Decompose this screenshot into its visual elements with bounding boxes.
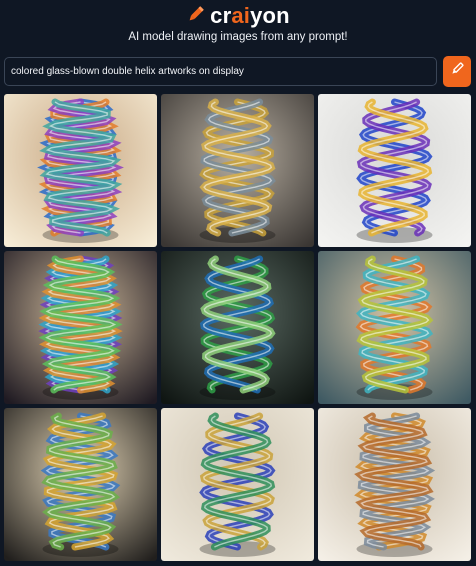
generated-image[interactable]: [161, 251, 314, 404]
draw-button[interactable]: [443, 56, 471, 87]
logo-text-suffix: yon: [250, 3, 290, 28]
generated-image[interactable]: [4, 94, 157, 247]
generated-image[interactable]: [4, 408, 157, 561]
tagline: AI model drawing images from any prompt!: [128, 31, 348, 43]
brush-icon: [449, 61, 465, 82]
generated-image[interactable]: [318, 94, 471, 247]
craiyon-logo[interactable]: craiyon: [0, 3, 476, 29]
logo-text-accent: ai: [231, 3, 251, 28]
pencil-icon: [186, 4, 206, 29]
generated-image[interactable]: [4, 251, 157, 404]
prompt-input[interactable]: [11, 66, 436, 77]
generated-image[interactable]: [318, 408, 471, 561]
generated-image[interactable]: [161, 408, 314, 561]
generated-image[interactable]: [318, 251, 471, 404]
header: craiyon AI model drawing images from any…: [0, 0, 476, 52]
prompt-input-container[interactable]: [4, 57, 437, 86]
logo-text-prefix: cr: [210, 3, 232, 28]
results-grid: [4, 94, 472, 562]
generated-image[interactable]: [161, 94, 314, 247]
logo-wordmark: craiyon: [210, 3, 290, 29]
